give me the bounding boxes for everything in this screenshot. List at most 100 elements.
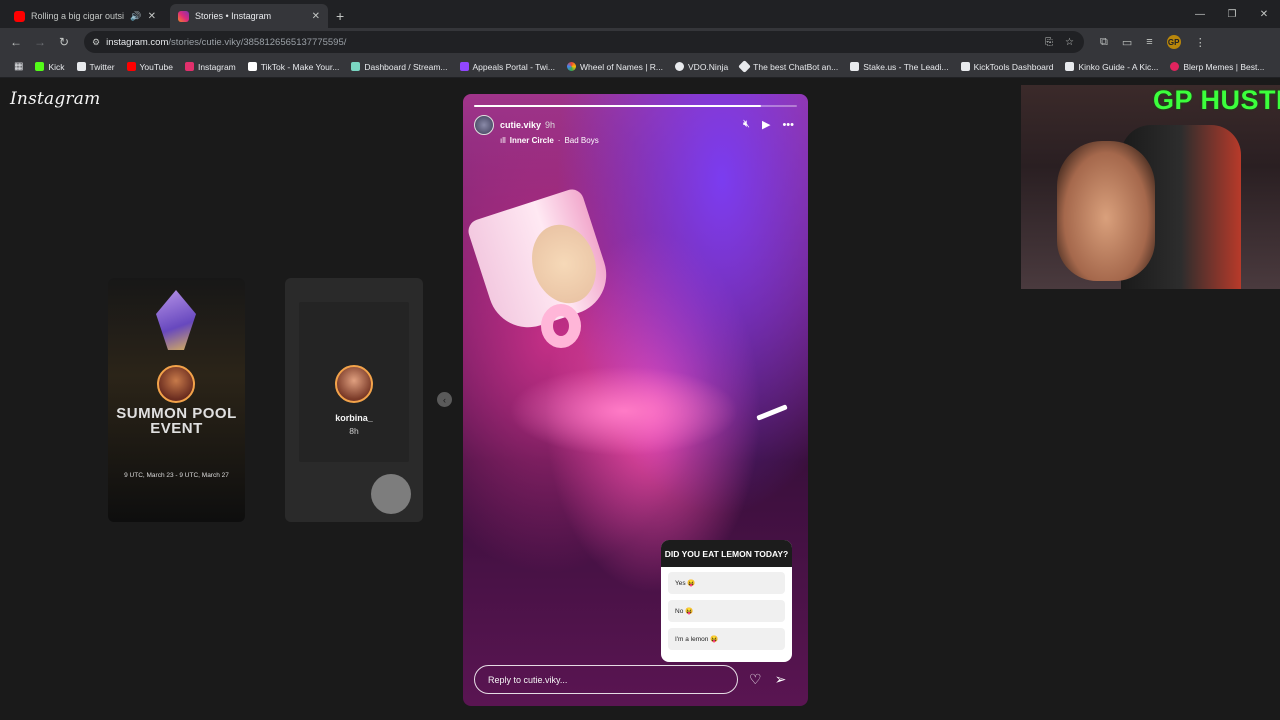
url-host: instagram.com — [106, 36, 169, 48]
tab-strip: Rolling a big cigar outside 🔊 ✕ Stories … — [0, 0, 1280, 28]
tab-youtube[interactable]: Rolling a big cigar outside 🔊 ✕ — [6, 4, 164, 28]
bookmark-wheel-of-names[interactable]: Wheel of Names | R... — [561, 62, 669, 72]
profile-avatar[interactable]: GP — [1166, 35, 1181, 49]
bookmark-appeals[interactable]: Appeals Portal - Twi... — [454, 62, 562, 72]
chatbot-icon — [738, 60, 752, 73]
bookmark-label: Stake.us - The Leadi... — [863, 61, 949, 72]
poll-option[interactable]: No 😝 — [668, 600, 785, 622]
bookmark-label: Dashboard / Stream... — [364, 61, 448, 72]
minimize-icon[interactable]: — — [1184, 0, 1216, 28]
poll-question: DID YOU EAT LEMON TODAY? — [661, 540, 792, 567]
extensions-icon[interactable]: ⧉ — [1100, 36, 1108, 49]
media-control-icon[interactable]: ≡ — [1146, 36, 1152, 48]
bookmark-label: Instagram — [197, 61, 236, 72]
streamer-face-image — [1057, 141, 1155, 281]
kicktools-icon — [960, 62, 970, 71]
site-info-icon[interactable]: ⚙ — [92, 37, 100, 48]
restore-icon[interactable]: ❐ — [1216, 0, 1248, 28]
instagram-favicon-icon — [178, 10, 189, 22]
crystal-art-image — [156, 290, 196, 350]
bookmark-label: Twitter — [89, 61, 115, 72]
bookmark-label: VDO.Ninja — [688, 61, 729, 72]
more-options-icon[interactable]: ••• — [782, 119, 794, 131]
install-app-icon[interactable]: ⎘ — [1045, 37, 1053, 48]
cigarette-image — [756, 404, 788, 421]
bookmark-label: The best ChatBot an... — [753, 61, 839, 72]
kick-icon — [35, 62, 45, 71]
reload-icon[interactable]: ↻ — [52, 35, 76, 49]
bookmark-dashboard[interactable]: Dashboard / Stream... — [345, 62, 453, 72]
reply-input[interactable]: Reply to cutie.viky... — [474, 665, 738, 694]
address-bar[interactable]: ⚙ instagram.com/stories/cutie.viky/38581… — [84, 31, 1084, 53]
story-time: 9h — [545, 120, 556, 130]
forward-icon[interactable]: → — [28, 35, 52, 49]
bookmark-twitter[interactable]: Twitter — [71, 62, 121, 72]
close-tab-icon[interactable]: ✕ — [148, 11, 156, 22]
story-progress-bar — [474, 105, 797, 107]
bookmark-label: Kick — [48, 61, 65, 72]
bookmark-star-icon[interactable]: ☆ — [1065, 37, 1074, 48]
avatar[interactable] — [157, 365, 195, 403]
tab-instagram-stories[interactable]: Stories • Instagram ✕ — [170, 4, 328, 28]
bookmark-tiktok[interactable]: TikTok - Make Your... — [242, 62, 346, 72]
story-username[interactable]: korbina_ — [304, 413, 404, 423]
tab-title: Stories • Instagram — [195, 11, 272, 21]
bookmark-chatbot[interactable]: The best ChatBot an... — [734, 60, 844, 73]
twitch-icon — [459, 62, 469, 71]
story-music[interactable]: ıll Inner Circle · Bad Boys — [500, 136, 599, 145]
active-story[interactable]: cutie.viky 9h ıll Inner Circle · Bad Boys 🔇︎… — [463, 94, 808, 706]
cast-icon[interactable]: ▭ — [1122, 36, 1132, 49]
bookmark-label: Appeals Portal - Twi... — [472, 61, 556, 72]
play-icon[interactable]: ▶ — [762, 118, 770, 131]
bookmark-blerp[interactable]: Blerp Memes | Best... — [1164, 62, 1270, 72]
story-time: 8h — [349, 426, 359, 436]
bookmark-kinko[interactable]: Kinko Guide - A Kic... — [1059, 62, 1164, 72]
heart-icon[interactable]: ♡ — [749, 671, 762, 688]
youtube-favicon-icon — [14, 10, 25, 22]
event-date: 9 UTC, March 23 - 9 UTC, March 27 — [124, 472, 229, 479]
window-controls: — ❐ ✕ — [1184, 0, 1280, 28]
bookmark-instagram[interactable]: Instagram — [179, 62, 242, 72]
previous-story-chevron-icon[interactable]: ‹ — [437, 392, 452, 407]
menu-kebab-icon[interactable]: ⋮ — [1195, 36, 1206, 49]
poll-sticker: DID YOU EAT LEMON TODAY? Yes 😝 No 😝 I'm … — [661, 540, 792, 662]
apps-grid-icon[interactable]: ▦ — [8, 61, 29, 72]
webcam-overlay: GP HUSTLA — [1021, 85, 1280, 289]
bookmark-label: Blerp Memes | Best... — [1183, 61, 1265, 72]
music-separator: · — [557, 136, 561, 145]
story-controls: 🔇︎ ▶ ••• — [743, 118, 794, 131]
close-window-icon[interactable]: ✕ — [1248, 0, 1280, 28]
story-username[interactable]: cutie.viky — [500, 120, 541, 130]
mute-icon[interactable]: 🔇︎ — [743, 118, 750, 131]
dashboard-icon — [351, 62, 361, 71]
bookmark-youtube[interactable]: YouTube — [121, 62, 179, 72]
bookmark-vdo-ninja[interactable]: VDO.Ninja — [669, 62, 734, 72]
photo-highlight — [509, 366, 739, 456]
music-song: Bad Boys — [564, 136, 599, 145]
close-tab-icon[interactable]: ✕ — [312, 11, 320, 22]
kinko-icon — [1065, 62, 1075, 71]
x-twitter-icon — [76, 62, 86, 71]
webcam-overlay-text: GP HUSTLA — [1153, 85, 1280, 115]
instagram-logo[interactable]: Instagram — [10, 89, 100, 109]
bookmark-label: Wheel of Names | R... — [580, 61, 664, 72]
poll-option[interactable]: Yes 😝 — [668, 572, 785, 594]
avatar[interactable] — [474, 115, 494, 135]
poll-option[interactable]: I'm a lemon 😝 — [668, 628, 785, 650]
bookmark-kicktools[interactable]: KickTools Dashboard — [955, 62, 1060, 72]
send-icon[interactable]: ➢ — [775, 671, 787, 688]
bookmark-kick[interactable]: Kick — [29, 62, 70, 72]
instagram-icon — [184, 62, 194, 71]
music-artist: Inner Circle — [509, 136, 554, 145]
speaker-icon[interactable]: 🔊 — [130, 11, 141, 22]
avatar[interactable] — [335, 365, 373, 403]
back-icon[interactable]: ← — [4, 35, 28, 49]
new-tab-button[interactable]: + — [336, 4, 344, 28]
bookmark-stake[interactable]: Stake.us - The Leadi... — [844, 62, 954, 72]
youtube-icon — [126, 62, 136, 71]
blerp-icon — [1170, 62, 1180, 71]
tab-title: Rolling a big cigar outside — [31, 11, 125, 21]
wheel-icon — [567, 62, 577, 71]
mug-handle-image — [541, 304, 581, 348]
bookmark-label: KickTools Dashboard — [973, 61, 1054, 72]
